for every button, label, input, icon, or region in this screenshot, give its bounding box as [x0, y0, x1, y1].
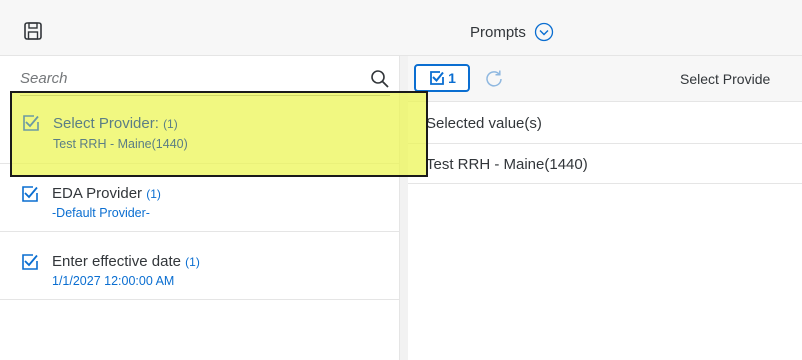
prompt-title-text: EDA Provider [52, 185, 143, 202]
prompt-count: (1) [146, 187, 161, 201]
search-bar [20, 62, 390, 96]
prompt-value: 1/1/2027 12:00:00 AM [52, 274, 175, 288]
prompt-item-select-provider[interactable] [0, 96, 400, 164]
column-header: Selected value(s) [408, 102, 802, 144]
prompt-value: -Default Provider- [52, 206, 150, 220]
search-input[interactable] [20, 70, 340, 87]
dialog-title-text: Prompts [470, 23, 526, 41]
checkbox-checked-icon [22, 186, 38, 202]
prompt-title: EDA Provider (1) [52, 185, 161, 202]
prompt-list-pane: EDA Provider (1) -Default Provider- Ente… [0, 56, 400, 360]
value-toolbar: 1 Select Provide [408, 56, 802, 102]
prompt-title: Enter effective date (1) [52, 253, 200, 270]
refresh-icon[interactable] [484, 68, 504, 88]
search-icon[interactable] [370, 69, 390, 89]
prompt-item-eda-provider[interactable]: EDA Provider (1) -Default Provider- [0, 164, 400, 232]
prompt-count: (1) [185, 255, 200, 269]
prompt-title-text: Enter effective date [52, 253, 181, 270]
checkbox-checked-icon [430, 71, 444, 85]
pane-divider[interactable] [400, 56, 408, 360]
value-selection-pane: 1 Select Provide Selected value(s) Test … [408, 56, 802, 360]
prompt-list: EDA Provider (1) -Default Provider- Ente… [0, 96, 400, 300]
selected-values-button[interactable]: 1 [414, 64, 470, 92]
toolbar-title: Select Provide [680, 71, 771, 87]
save-icon[interactable] [22, 20, 44, 42]
dialog-title: Prompts [470, 22, 554, 42]
table-row[interactable]: Test RRH - Maine(1440) [408, 144, 802, 184]
prompts-header: Prompts [0, 0, 802, 56]
checkbox-checked-icon [22, 254, 38, 270]
selected-count: 1 [448, 70, 456, 86]
chevron-down-icon[interactable] [534, 22, 554, 42]
prompt-item-effective-date[interactable]: Enter effective date (1) 1/1/2027 12:00:… [0, 232, 400, 300]
